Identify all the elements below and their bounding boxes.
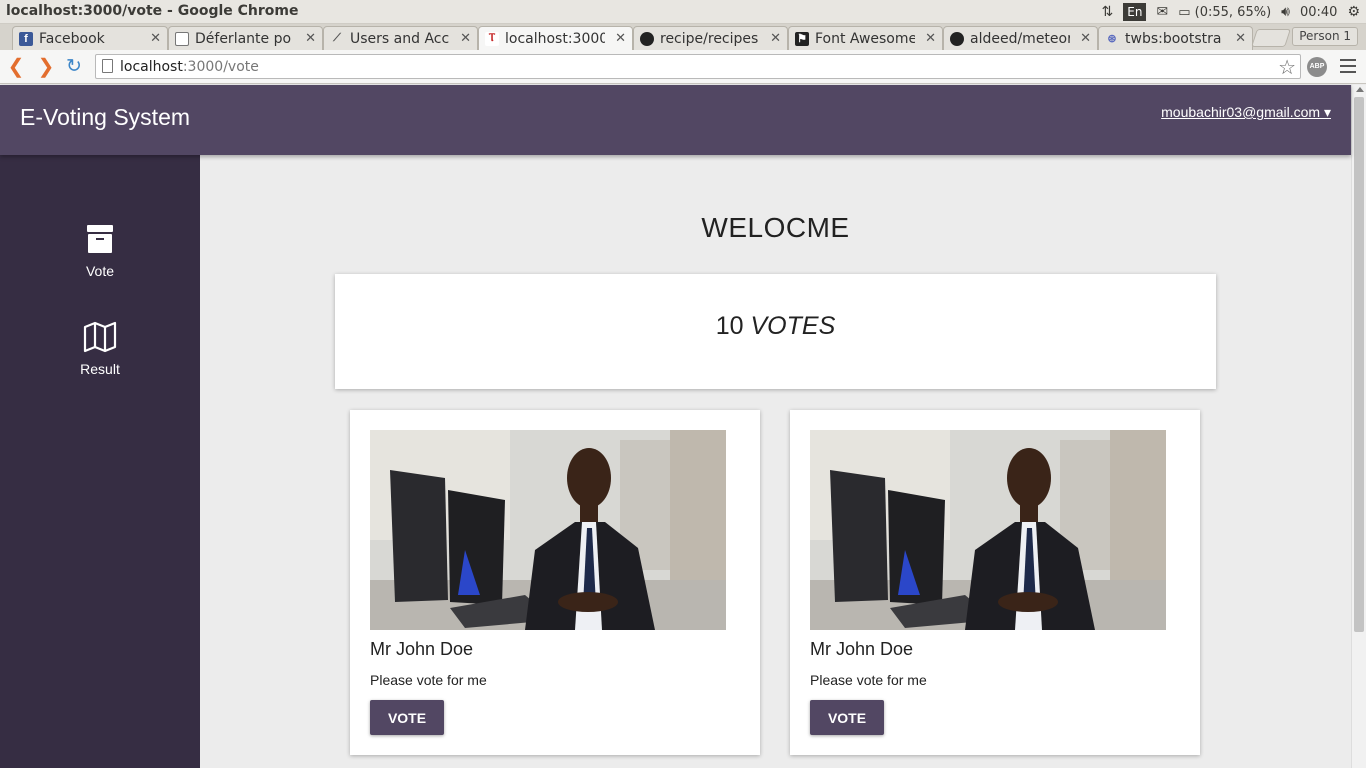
atmosphere-icon: ⊛ xyxy=(1107,33,1117,45)
tab-close-icon[interactable]: ✕ xyxy=(1235,30,1246,46)
tab-close-icon[interactable]: ✕ xyxy=(770,30,781,46)
tab-title: Déferlante po xyxy=(195,30,292,47)
browser-tab-strip: f Facebook ✕ Déferlante po ✕ ⟋ Users and… xyxy=(0,24,1366,50)
keyboard-language-indicator[interactable]: En xyxy=(1123,3,1147,21)
mail-icon[interactable]: ✉ xyxy=(1156,4,1168,20)
browser-toolbar: ❮ ❯ ↻ localhost:3000/vote ☆ ABP xyxy=(0,50,1366,84)
scroll-up-arrow-icon[interactable] xyxy=(1356,87,1364,92)
os-title-bar: localhost:3000/vote - Google Chrome ⇅ En… xyxy=(0,0,1366,24)
sidebar: Vote Result xyxy=(0,155,200,768)
votes-total: 10 VOTES xyxy=(335,312,1216,341)
candidate-name: Mr John Doe xyxy=(370,639,474,659)
battery-indicator[interactable]: ▭ (0:55, 65%) xyxy=(1178,5,1271,20)
battery-icon: ▭ xyxy=(1178,4,1191,20)
tab-title: localhost:3000 xyxy=(505,30,605,47)
tab-users-accounts[interactable]: ⟋ Users and Acc ✕ xyxy=(323,26,478,50)
page-scrollbar[interactable] xyxy=(1351,85,1366,768)
back-icon[interactable]: ❮ xyxy=(4,55,28,79)
tab-close-icon[interactable]: ✕ xyxy=(1080,30,1091,46)
reload-icon[interactable]: ↻ xyxy=(62,55,86,79)
bookmark-star-icon[interactable]: ☆ xyxy=(1278,55,1296,80)
volume-icon[interactable]: 🔊︎ xyxy=(1281,4,1290,20)
tab-title: twbs:bootstra xyxy=(1125,30,1222,47)
github-icon xyxy=(950,31,964,46)
url-path: :3000/vote xyxy=(182,59,259,75)
candidate-message: Please vote for me xyxy=(370,672,487,688)
page-title: WELOCME xyxy=(701,212,850,243)
meteor-icon: Ⲧ xyxy=(485,31,499,46)
tab-font-awesome[interactable]: ⚑ Font Awesome ✕ xyxy=(788,26,943,50)
url-host: localhost xyxy=(120,59,183,75)
settings-gear-icon[interactable]: ⚙ xyxy=(1347,4,1360,20)
page-info-icon[interactable] xyxy=(102,59,113,73)
new-tab-button[interactable] xyxy=(1251,29,1291,47)
system-tray: ⇅ En ✉ ▭ (0:55, 65%) 🔊︎ 00:40 ⚙ xyxy=(1102,2,1360,22)
votes-unit: VOTES xyxy=(750,312,836,340)
candidate-card: Mr John Doe Please vote for me VOTE xyxy=(350,410,760,755)
candidate-message: Please vote for me xyxy=(810,672,927,688)
tab-recipe[interactable]: recipe/recipes ✕ xyxy=(633,26,788,50)
window-title: localhost:3000/vote - Google Chrome xyxy=(6,3,299,19)
network-arrows-icon[interactable]: ⇅ xyxy=(1102,4,1114,20)
tab-title: recipe/recipes xyxy=(660,30,759,47)
address-url: localhost:3000/vote xyxy=(120,59,259,75)
votes-summary-card: 10 VOTES xyxy=(335,274,1216,389)
menu-hamburger-icon[interactable] xyxy=(1340,59,1356,75)
tab-close-icon[interactable]: ✕ xyxy=(925,30,936,46)
candidate-name: Mr John Doe xyxy=(810,639,914,659)
map-icon xyxy=(83,321,117,353)
vote-button[interactable]: VOTE xyxy=(370,700,444,735)
tab-title: Users and Acc xyxy=(350,30,450,47)
tab-close-icon[interactable]: ✕ xyxy=(460,30,471,46)
candidate-photo-image xyxy=(810,430,1166,630)
tab-localhost[interactable]: Ⲧ localhost:3000 ✕ xyxy=(478,26,633,50)
tab-title: Facebook xyxy=(39,30,105,47)
tab-deferlante[interactable]: Déferlante po ✕ xyxy=(168,26,323,50)
sidebar-item-label: Vote xyxy=(85,263,115,279)
candidate-card: Mr John Doe Please vote for me VOTE xyxy=(790,410,1200,755)
github-icon xyxy=(640,31,654,46)
sidebar-item-vote[interactable]: Vote xyxy=(0,223,200,303)
main-content: WELOCME 10 VOTES Mr John Doe Please vote… xyxy=(200,155,1351,768)
tab-title: Font Awesome xyxy=(815,30,915,47)
flag-icon: ⚑ xyxy=(795,31,809,46)
forward-icon[interactable]: ❯ xyxy=(34,55,58,79)
tab-twbs-bootstrap[interactable]: ⊛ twbs:bootstra ✕ xyxy=(1098,26,1253,50)
clock[interactable]: 00:40 xyxy=(1300,5,1337,20)
candidate-photo-image xyxy=(370,430,726,630)
tab-close-icon[interactable]: ✕ xyxy=(615,30,626,46)
tab-title: aldeed/meteor xyxy=(970,30,1070,47)
feather-icon: ⟋ xyxy=(333,32,341,44)
tab-close-icon[interactable]: ✕ xyxy=(150,30,161,46)
battery-status: (0:55, 65%) xyxy=(1194,4,1272,20)
app-header: E-Voting System moubachir03@gmail.com ▾ xyxy=(0,85,1351,155)
candidate-photo xyxy=(810,430,1166,630)
sidebar-item-label: Result xyxy=(80,361,120,377)
vote-button[interactable]: VOTE xyxy=(810,700,884,735)
candidate-photo xyxy=(370,430,726,630)
archive-box-icon xyxy=(87,225,113,253)
tab-close-icon[interactable]: ✕ xyxy=(305,30,316,46)
adblock-extension-icon[interactable]: ABP xyxy=(1307,57,1327,77)
page-icon xyxy=(175,31,189,46)
sidebar-item-result[interactable]: Result xyxy=(0,321,200,401)
facebook-icon: f xyxy=(19,31,33,46)
votes-count: 10 xyxy=(715,312,744,340)
tab-facebook[interactable]: f Facebook ✕ xyxy=(12,26,168,50)
brand-title[interactable]: E-Voting System xyxy=(20,104,190,131)
profile-button[interactable]: Person 1 xyxy=(1292,27,1358,46)
address-bar[interactable]: localhost:3000/vote ☆ xyxy=(95,54,1301,79)
tab-aldeed[interactable]: aldeed/meteor ✕ xyxy=(943,26,1098,50)
user-account-dropdown[interactable]: moubachir03@gmail.com ▾ xyxy=(1161,104,1331,121)
scrollbar-thumb[interactable] xyxy=(1354,97,1364,632)
